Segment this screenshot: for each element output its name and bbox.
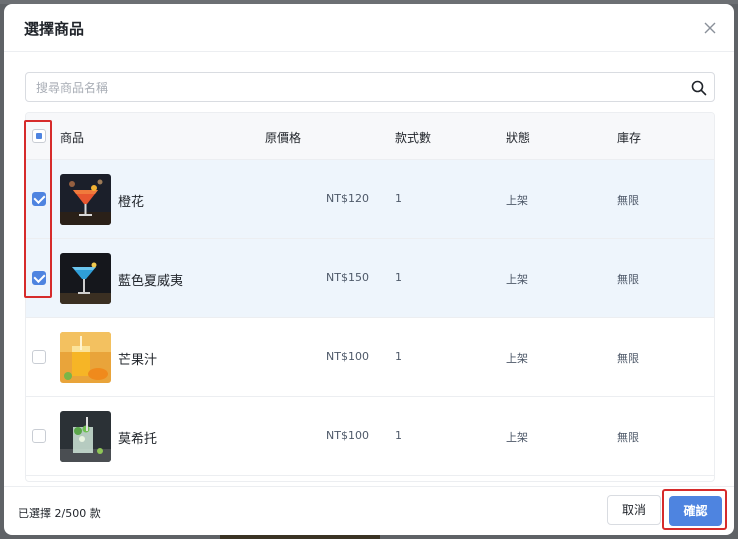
product-status: 上架 <box>506 431 528 444</box>
column-header-stock: 庫存 <box>617 131 642 145</box>
cancel-button[interactable]: 取消 <box>607 495 661 525</box>
column-header-price: 原價格 <box>265 131 302 145</box>
product-name: 莫希托 <box>118 432 158 447</box>
product-thumbnail <box>60 411 111 462</box>
product-stock: 無限 <box>617 194 639 207</box>
product-thumbnail <box>60 174 111 225</box>
modal-title: 選擇商品 <box>24 20 85 38</box>
confirm-button[interactable]: 確認 <box>669 496 722 526</box>
table-row[interactable]: 芒果汁 NT$100 1 上架 無限 <box>26 318 714 397</box>
product-variants: 1 <box>395 192 402 205</box>
selected-count-text: 已選擇 2/500 款 <box>18 507 101 520</box>
product-name: 藍色夏威夷 <box>118 274 184 289</box>
product-thumbnail <box>60 253 111 304</box>
row-checkbox[interactable] <box>32 350 46 364</box>
product-stock: 無限 <box>617 352 639 365</box>
product-price: NT$150 <box>326 271 369 284</box>
table-row[interactable]: 藍色夏威夷 NT$150 1 上架 無限 <box>26 239 714 318</box>
table-row[interactable]: 莫希托 NT$100 1 上架 無限 <box>26 397 714 476</box>
product-price: NT$100 <box>326 429 369 442</box>
select-product-modal: 選擇商品 商品 原價格 款式數 狀態 庫存 <box>4 4 734 535</box>
product-stock: 無限 <box>617 431 639 444</box>
table-header: 商品 原價格 款式數 狀態 庫存 <box>26 113 714 160</box>
row-checkbox[interactable] <box>32 429 46 443</box>
column-header-status: 狀態 <box>506 131 531 145</box>
product-name: 芒果汁 <box>118 353 158 368</box>
product-status: 上架 <box>506 273 528 286</box>
product-variants: 1 <box>395 350 402 363</box>
product-variants: 1 <box>395 429 402 442</box>
column-header-variants: 款式數 <box>395 131 432 145</box>
close-button[interactable] <box>700 18 720 38</box>
column-header-product: 商品 <box>60 131 85 145</box>
product-thumbnail <box>60 332 111 383</box>
product-price: NT$100 <box>326 350 369 363</box>
row-checkbox[interactable] <box>32 271 46 285</box>
search-input[interactable] <box>36 78 676 98</box>
select-all-checkbox[interactable] <box>32 129 46 143</box>
product-status: 上架 <box>506 352 528 365</box>
product-variants: 1 <box>395 271 402 284</box>
search-field[interactable] <box>25 72 715 102</box>
product-name: 橙花 <box>118 195 145 210</box>
search-icon[interactable] <box>690 79 708 97</box>
close-icon <box>704 22 716 34</box>
product-stock: 無限 <box>617 273 639 286</box>
product-price: NT$120 <box>326 192 369 205</box>
product-table: 商品 原價格 款式數 狀態 庫存 橙花 NT$120 1 上架 無限 藍色夏威夷… <box>25 112 715 482</box>
table-row[interactable]: 橙花 NT$120 1 上架 無限 <box>26 160 714 239</box>
row-checkbox[interactable] <box>32 192 46 206</box>
product-status: 上架 <box>506 194 528 207</box>
modal-header: 選擇商品 <box>4 4 734 52</box>
modal-footer: 已選擇 2/500 款 取消 確認 <box>4 486 734 535</box>
